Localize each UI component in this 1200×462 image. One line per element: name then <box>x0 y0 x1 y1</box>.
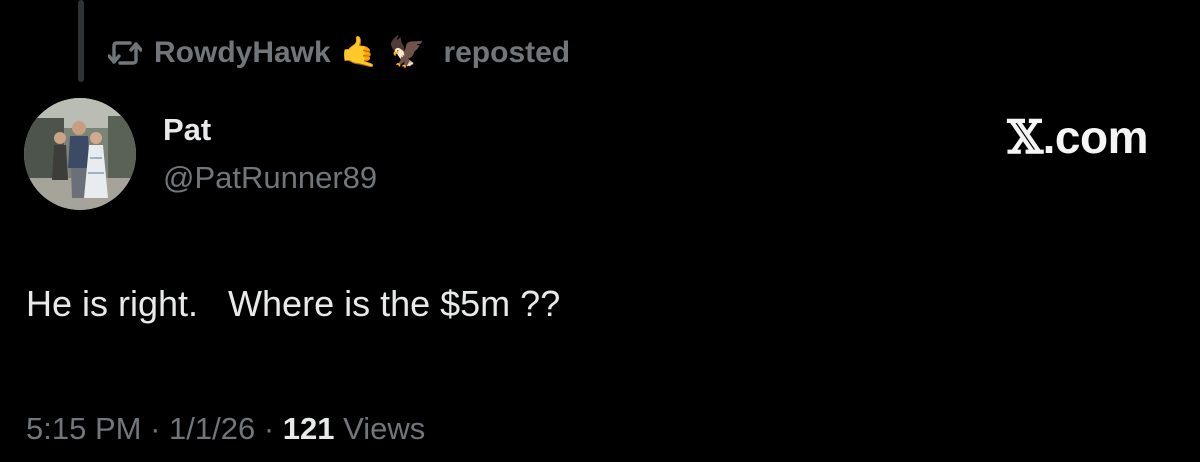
brand-domain: .com <box>1042 111 1149 163</box>
author-display-name[interactable]: Pat <box>163 112 211 148</box>
tweet-date[interactable]: 1/1/26 <box>169 411 255 446</box>
reposted-label: reposted <box>443 36 571 69</box>
tweet-metadata: 5:15 PM · 1/1/26 · 121 Views <box>26 411 425 447</box>
eagle-emoji-icon: 🦅 <box>388 36 426 69</box>
x-logo-icon: 𝕏 <box>1007 110 1043 164</box>
call-me-hand-emoji-icon: 🤙 <box>340 36 379 69</box>
tweet-text: He is right. Where is the $5m ?? <box>26 283 561 324</box>
author-handle[interactable]: @PatRunner89 <box>163 160 377 196</box>
repost-header[interactable]: RowdyHawk 🤙 🦅 reposted <box>108 30 570 76</box>
tweet-time[interactable]: 5:15 PM <box>26 411 141 446</box>
meta-separator: · <box>255 411 283 446</box>
views-count[interactable]: 121 <box>283 411 335 446</box>
reposter-name[interactable]: RowdyHawk <box>154 36 331 70</box>
views-label: Views <box>334 411 426 446</box>
meta-separator: · <box>141 411 170 446</box>
x-dot-com-watermark: 𝕏.com <box>1007 110 1148 164</box>
thread-connector-line <box>78 0 84 82</box>
author-avatar[interactable] <box>24 98 136 210</box>
repost-icon <box>108 39 142 67</box>
